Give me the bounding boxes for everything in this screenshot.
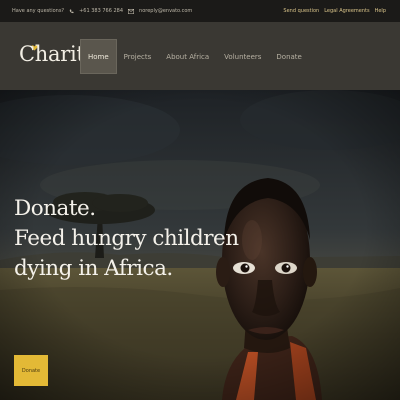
top-utility-bar: Have any questions? +61 383 766 284 nore… xyxy=(0,0,400,22)
contact-info: Have any questions? +61 383 766 284 nore… xyxy=(12,8,192,14)
questions-text: Have any questions? xyxy=(12,8,65,14)
hero-line-3: dying in Africa. xyxy=(14,256,173,281)
site-header: Charity Home Projects About Africa Volun… xyxy=(0,22,400,90)
nav-item-about-africa[interactable]: About Africa xyxy=(160,39,217,74)
nav-item-projects[interactable]: Projects xyxy=(118,39,160,74)
phone-number[interactable]: +61 383 766 284 xyxy=(79,8,123,14)
nav-item-volunteers[interactable]: Volunteers xyxy=(218,39,269,74)
email-link[interactable]: noreply@envato.com xyxy=(139,8,192,14)
hero-banner: Donate. Feed hungry children dying in Af… xyxy=(0,90,400,400)
nav-item-donate[interactable]: Donate xyxy=(270,39,309,74)
nav-item-home[interactable]: Home xyxy=(80,39,117,74)
mail-icon xyxy=(128,8,135,14)
hero-headline: Donate. Feed hungry children dying in Af… xyxy=(14,194,239,284)
donate-button[interactable]: Donate xyxy=(14,355,48,386)
utility-links: Send question Legal Agreements Help xyxy=(283,8,386,14)
main-nav: Home Projects About Africa Volunteers Do… xyxy=(80,39,310,74)
hero-line-1: Donate. xyxy=(14,196,96,221)
help-link[interactable]: Help xyxy=(375,8,386,14)
legal-agreements-link[interactable]: Legal Agreements xyxy=(324,8,369,14)
send-question-link[interactable]: Send question xyxy=(283,8,319,14)
phone-icon xyxy=(69,9,74,14)
hero-line-2: Feed hungry children xyxy=(14,226,239,251)
